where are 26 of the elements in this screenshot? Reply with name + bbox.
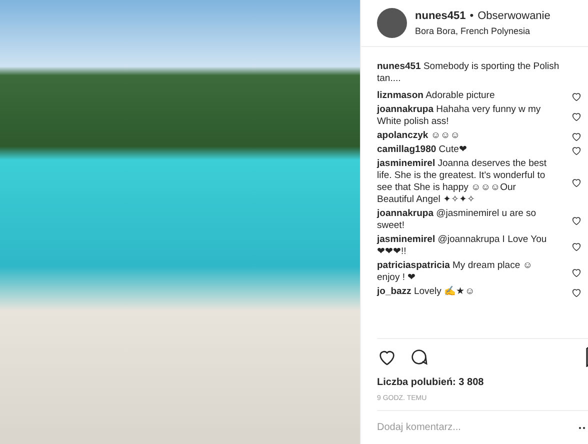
like-comment-icon[interactable] xyxy=(571,144,582,156)
avatar xyxy=(377,8,407,38)
comment-text: apolanczyk ☺☺☺ xyxy=(377,130,461,142)
username-link[interactable]: nunes451 xyxy=(415,8,466,24)
caption-text: nunes451 Somebody is sporting the Polish tan.... xyxy=(377,61,560,85)
comment-text: camillag1980 Cute❤ xyxy=(377,144,468,156)
comment-text: joannakrupa @jasminemirel u are so sweet! xyxy=(377,208,538,232)
comment-input[interactable]: Dodaj komentarz... xyxy=(377,420,578,435)
like-comment-icon[interactable] xyxy=(571,214,582,226)
like-comment-icon[interactable] xyxy=(571,130,582,142)
like-comment-icon[interactable] xyxy=(571,110,582,122)
like-comment-icon[interactable] xyxy=(571,240,582,252)
comment-text: liznmason Adorable picture xyxy=(377,90,496,102)
comment-text: joannakrupa Hahaha very funny w my White polish ass! xyxy=(377,104,542,128)
like-comment-icon[interactable] xyxy=(571,90,582,102)
comment-text: jasminemirel @joannakrupa I Love You❤❤❤!! xyxy=(377,234,548,258)
follow-status[interactable]: Obserwowanie xyxy=(478,8,550,24)
separator-dot: • xyxy=(470,9,474,24)
more-icon[interactable] xyxy=(578,426,586,430)
like-comment-icon[interactable] xyxy=(571,176,582,188)
comment-text: jo_bazz Lovely ✍★☺ xyxy=(377,286,476,298)
comment-icon[interactable] xyxy=(409,346,429,366)
like-comment-icon[interactable] xyxy=(571,266,582,278)
likes-count[interactable]: Liczba polubień: 3 808 xyxy=(377,374,588,390)
location-link[interactable]: Bora Bora, French Polynesia xyxy=(415,24,550,38)
like-comment-icon[interactable] xyxy=(571,286,582,298)
